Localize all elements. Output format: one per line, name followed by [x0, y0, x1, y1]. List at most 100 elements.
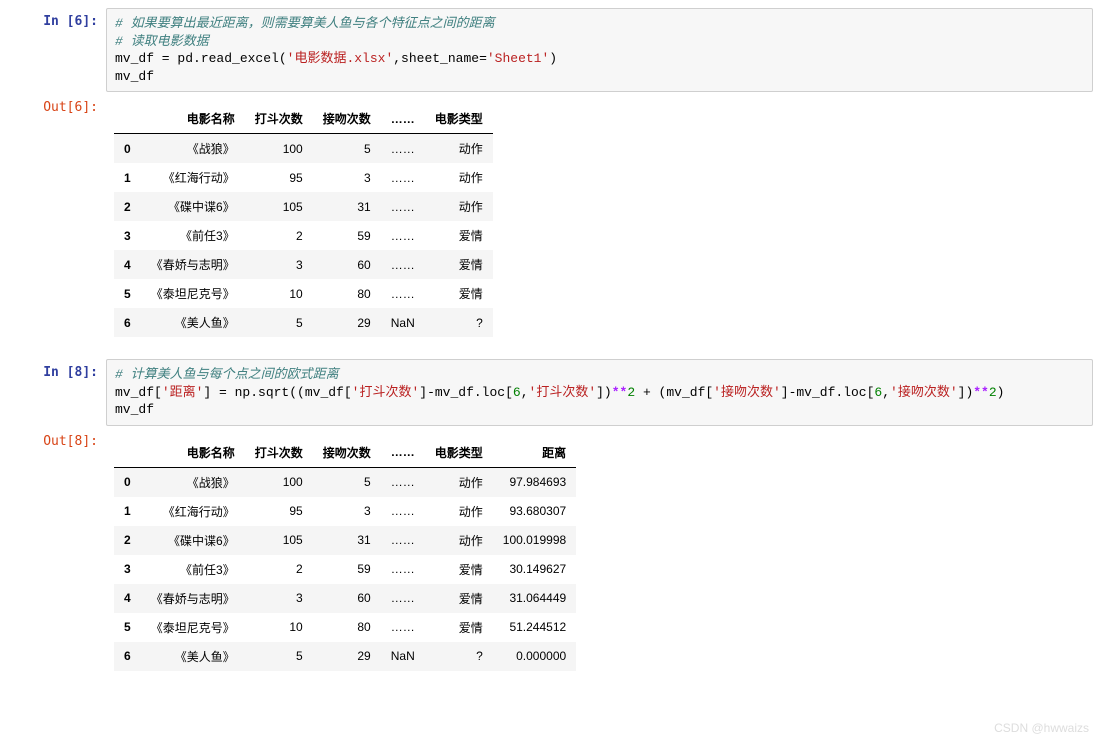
row-index: 5 — [114, 279, 141, 308]
table-cell: 爱情 — [425, 221, 493, 250]
table-cell: 爱情 — [425, 613, 493, 642]
table-cell: …… — [381, 221, 425, 250]
row-index: 3 — [114, 555, 141, 584]
table-cell: 《美人鱼》 — [141, 642, 245, 671]
table-cell: 51.244512 — [493, 613, 576, 642]
table-cell: 《春娇与志明》 — [141, 250, 245, 279]
table-cell: 5 — [313, 134, 381, 164]
code-token: 'Sheet1' — [487, 51, 549, 66]
column-header: 打斗次数 — [245, 438, 313, 468]
table-cell: 59 — [313, 221, 381, 250]
code-input[interactable]: # 计算美人鱼与每个点之间的欧式距离 mv_df['距离'] = np.sqrt… — [106, 359, 1093, 426]
code-input[interactable]: # 如果要算出最近距离，则需要算美人鱼与各个特征点之间的距离 # 读取电影数据 … — [106, 8, 1093, 92]
table-row: 1《红海行动》953……动作 — [114, 163, 493, 192]
table-cell: 《春娇与志明》 — [141, 584, 245, 613]
table-cell: 动作 — [425, 526, 493, 555]
table-cell: ? — [425, 642, 493, 671]
code-token: mv_df — [115, 402, 154, 417]
row-index: 4 — [114, 250, 141, 279]
table-cell: 80 — [313, 613, 381, 642]
code-token: ** — [973, 385, 989, 400]
table-cell: …… — [381, 163, 425, 192]
column-header: …… — [381, 104, 425, 134]
table-cell: …… — [381, 250, 425, 279]
output-dataframe: 电影名称打斗次数接吻次数……电影类型0《战狼》1005……动作1《红海行动》95… — [114, 104, 493, 337]
table-cell: 爱情 — [425, 555, 493, 584]
table-cell: 爱情 — [425, 250, 493, 279]
table-cell: …… — [381, 279, 425, 308]
table-row: 6《美人鱼》529NaN?0.000000 — [114, 642, 576, 671]
table-cell: 3 — [313, 497, 381, 526]
output-area: 电影名称打斗次数接吻次数……电影类型0《战狼》1005……动作1《红海行动》95… — [106, 94, 1093, 357]
table-cell: 10 — [245, 613, 313, 642]
table-cell: 《红海行动》 — [141, 497, 245, 526]
table-cell: 2 — [245, 555, 313, 584]
table-row: 0《战狼》1005……动作97.984693 — [114, 467, 576, 497]
in-prompt-label: In [8]: — [8, 359, 106, 426]
table-cell: 《美人鱼》 — [141, 308, 245, 337]
code-token: ]) — [596, 385, 612, 400]
column-header: 电影类型 — [425, 104, 493, 134]
table-cell: NaN — [381, 642, 425, 671]
table-cell: 29 — [313, 642, 381, 671]
output-dataframe: 电影名称打斗次数接吻次数……电影类型距离0《战狼》1005……动作97.9846… — [114, 438, 576, 671]
table-cell: …… — [381, 497, 425, 526]
table-cell: 30.149627 — [493, 555, 576, 584]
table-cell: 95 — [245, 497, 313, 526]
table-cell: 3 — [313, 163, 381, 192]
column-header: …… — [381, 438, 425, 468]
code-token: + (mv_df[ — [635, 385, 713, 400]
row-index: 2 — [114, 526, 141, 555]
table-cell: 105 — [245, 526, 313, 555]
table-cell: 105 — [245, 192, 313, 221]
table-cell: 80 — [313, 279, 381, 308]
row-index: 5 — [114, 613, 141, 642]
code-token: mv_df = pd.read_excel( — [115, 51, 287, 66]
code-token: ) — [997, 385, 1005, 400]
code-token: mv_df[ — [115, 385, 162, 400]
table-cell: 《前任3》 — [141, 555, 245, 584]
table-cell: 《泰坦尼克号》 — [141, 613, 245, 642]
table-cell: 93.680307 — [493, 497, 576, 526]
code-token: # 读取电影数据 — [115, 34, 209, 49]
code-token: ]-mv_df.loc[ — [419, 385, 513, 400]
code-token: '电影数据.xlsx' — [287, 51, 394, 66]
table-cell: …… — [381, 192, 425, 221]
code-token: mv_df — [115, 69, 154, 84]
table-row: 4《春娇与志明》360……爱情 — [114, 250, 493, 279]
table-cell: …… — [381, 555, 425, 584]
code-token: , — [521, 385, 529, 400]
column-header: 电影名称 — [141, 104, 245, 134]
table-cell: 59 — [313, 555, 381, 584]
table-cell: 爱情 — [425, 279, 493, 308]
code-token: '打斗次数' — [529, 385, 597, 400]
table-cell: ? — [425, 308, 493, 337]
row-index: 3 — [114, 221, 141, 250]
column-header — [114, 104, 141, 134]
table-cell: 29 — [313, 308, 381, 337]
code-token: '接吻次数' — [713, 385, 781, 400]
table-row: 5《泰坦尼克号》1080……爱情 — [114, 279, 493, 308]
table-cell: 95 — [245, 163, 313, 192]
table-cell: 100 — [245, 467, 313, 497]
table-row: 4《春娇与志明》360……爱情31.064449 — [114, 584, 576, 613]
table-cell: 3 — [245, 250, 313, 279]
table-cell: 《碟中谍6》 — [141, 526, 245, 555]
table-cell: 《前任3》 — [141, 221, 245, 250]
table-row: 2《碟中谍6》10531……动作 — [114, 192, 493, 221]
table-cell: 31 — [313, 526, 381, 555]
table-cell: …… — [381, 584, 425, 613]
table-cell: 动作 — [425, 192, 493, 221]
table-row: 0《战狼》1005……动作 — [114, 134, 493, 164]
table-cell: 97.984693 — [493, 467, 576, 497]
column-header: 电影名称 — [141, 438, 245, 468]
code-token: ]) — [958, 385, 974, 400]
table-row: 2《碟中谍6》10531……动作100.019998 — [114, 526, 576, 555]
table-cell: 31.064449 — [493, 584, 576, 613]
in-prompt-label: In [6]: — [8, 8, 106, 92]
table-cell: 《碟中谍6》 — [141, 192, 245, 221]
code-token: , — [882, 385, 890, 400]
row-index: 1 — [114, 163, 141, 192]
table-cell: 《泰坦尼克号》 — [141, 279, 245, 308]
table-cell: …… — [381, 526, 425, 555]
